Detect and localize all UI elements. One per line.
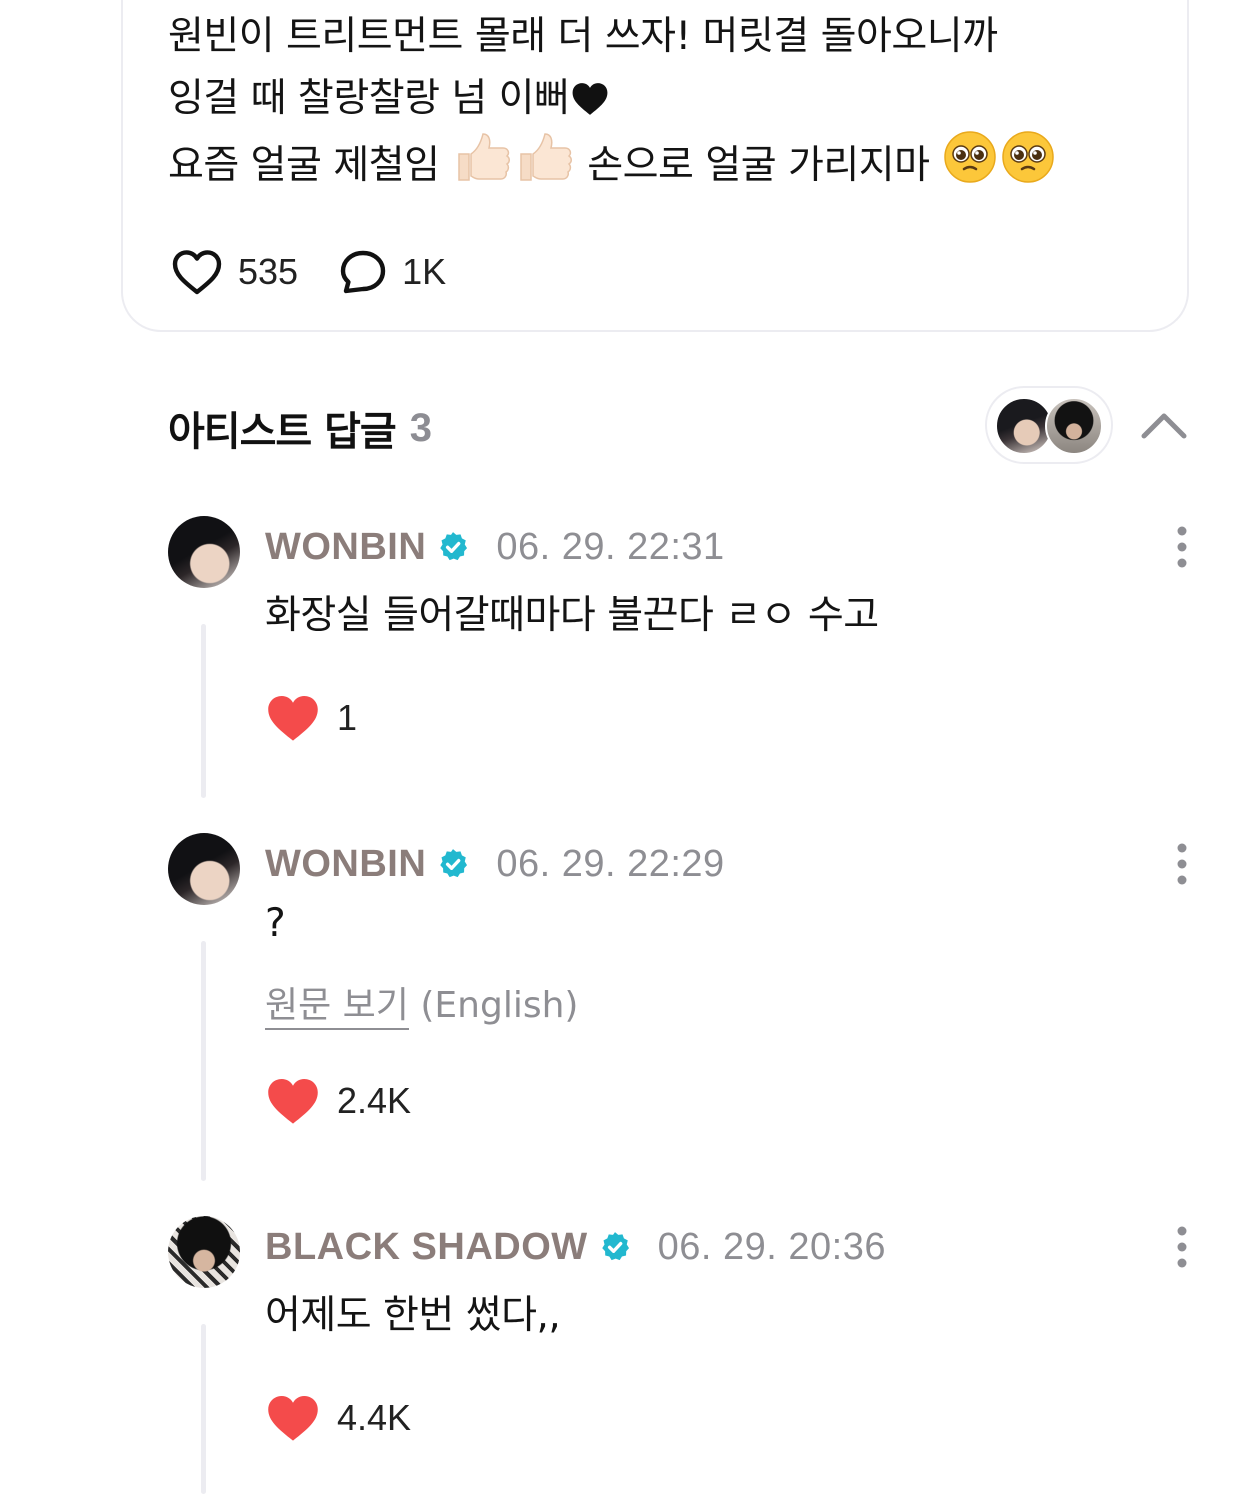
avatar bbox=[1045, 397, 1103, 455]
comment-header: BLACK SHADOW 06. 29. 20:36 bbox=[265, 1222, 886, 1272]
comment-header: WONBIN 06. 29. 22:31 bbox=[265, 522, 725, 572]
post-line-3: 요즘 얼굴 제철임 손으로 얼굴 가리지마 bbox=[168, 130, 1168, 197]
heart-filled-icon bbox=[268, 1079, 318, 1124]
comment-author[interactable]: BLACK SHADOW bbox=[265, 1226, 588, 1269]
post-reply-button[interactable]: 1K bbox=[338, 248, 446, 296]
more-vertical-icon[interactable] bbox=[1168, 839, 1196, 889]
verified-badge-icon bbox=[601, 1232, 629, 1261]
heart-filled-icon bbox=[268, 1396, 318, 1441]
artist-avatars-stack[interactable] bbox=[985, 386, 1113, 464]
heart-filled-icon bbox=[268, 696, 318, 741]
original-language: (English) bbox=[408, 985, 579, 1026]
comment-timestamp: 06. 29. 22:31 bbox=[496, 525, 725, 568]
post-like-button[interactable]: 535 bbox=[170, 248, 298, 296]
thread-line bbox=[201, 1324, 206, 1494]
comment-text: ? bbox=[265, 901, 286, 946]
comment-timestamp: 06. 29. 20:36 bbox=[657, 1225, 886, 1268]
comment-author[interactable]: WONBIN bbox=[265, 843, 426, 886]
comment-like-count: 2.4K bbox=[337, 1080, 412, 1121]
heart-outline-icon bbox=[172, 250, 222, 295]
post-actions: 535 1K bbox=[170, 248, 486, 296]
view-original-toggle[interactable]: 원문 보기 (English) bbox=[265, 976, 579, 1030]
more-vertical-icon[interactable] bbox=[1168, 522, 1196, 572]
comment-like-count: 1 bbox=[337, 697, 358, 738]
thread-line bbox=[201, 624, 206, 798]
post-body: 원빈이 트리트먼트 몰래 더 쓰자! 머릿결 돌아오니까 잉걸 때 찰랑찰랑 넘… bbox=[168, 6, 1168, 197]
avatar[interactable] bbox=[168, 516, 240, 588]
post-reply-count: 1K bbox=[402, 251, 447, 292]
verified-badge-icon bbox=[440, 849, 468, 878]
black-heart-icon bbox=[572, 83, 608, 115]
thumbs-up-icon bbox=[520, 133, 573, 181]
comment-like-count: 4.4K bbox=[337, 1397, 412, 1438]
comment-bubble-icon bbox=[340, 250, 386, 294]
post-line-3-text: 요즘 얼굴 제철임 bbox=[168, 143, 440, 188]
artist-replies-count: 3 bbox=[409, 405, 432, 450]
comment-text: 어제도 한번 썼다,, bbox=[265, 1293, 561, 1338]
thumbs-up-icon bbox=[458, 133, 511, 181]
post-line-2-text: 잉걸 때 찰랑찰랑 넘 이뻐 bbox=[168, 76, 570, 121]
pleading-face-icon bbox=[1002, 131, 1055, 183]
comment-author[interactable]: WONBIN bbox=[265, 526, 426, 569]
comment-text: 화장실 들어갈때마다 불끈다 ㄹㅇ 수고 bbox=[265, 593, 879, 638]
pleading-face-icon bbox=[944, 131, 997, 183]
post-line-1: 원빈이 트리트먼트 몰래 더 쓰자! 머릿결 돌아오니까 bbox=[168, 14, 998, 59]
view-original-link[interactable]: 원문 보기 bbox=[265, 985, 409, 1030]
post-line-4-text: 손으로 얼굴 가리지마 bbox=[587, 143, 930, 188]
avatar[interactable] bbox=[168, 1216, 240, 1288]
more-vertical-icon[interactable] bbox=[1168, 1222, 1196, 1272]
artist-replies-header[interactable]: 아티스트 답글 3 bbox=[168, 398, 432, 458]
post-line-2: 잉걸 때 찰랑찰랑 넘 이뻐 bbox=[168, 68, 1168, 130]
comment-header: WONBIN 06. 29. 22:29 bbox=[265, 839, 725, 889]
verified-badge-icon bbox=[440, 532, 468, 561]
comment-like-button[interactable]: 4.4K bbox=[265, 1392, 411, 1444]
avatar[interactable] bbox=[168, 833, 240, 905]
post-like-count: 535 bbox=[238, 251, 299, 292]
artist-replies-title: 아티스트 답글 bbox=[168, 409, 397, 455]
chevron-up-icon[interactable] bbox=[1136, 398, 1192, 454]
comment-like-button[interactable]: 2.4K bbox=[265, 1075, 411, 1127]
thread-line bbox=[201, 941, 206, 1181]
comment-like-button[interactable]: 1 bbox=[265, 692, 357, 744]
comment-timestamp: 06. 29. 22:29 bbox=[496, 842, 725, 885]
